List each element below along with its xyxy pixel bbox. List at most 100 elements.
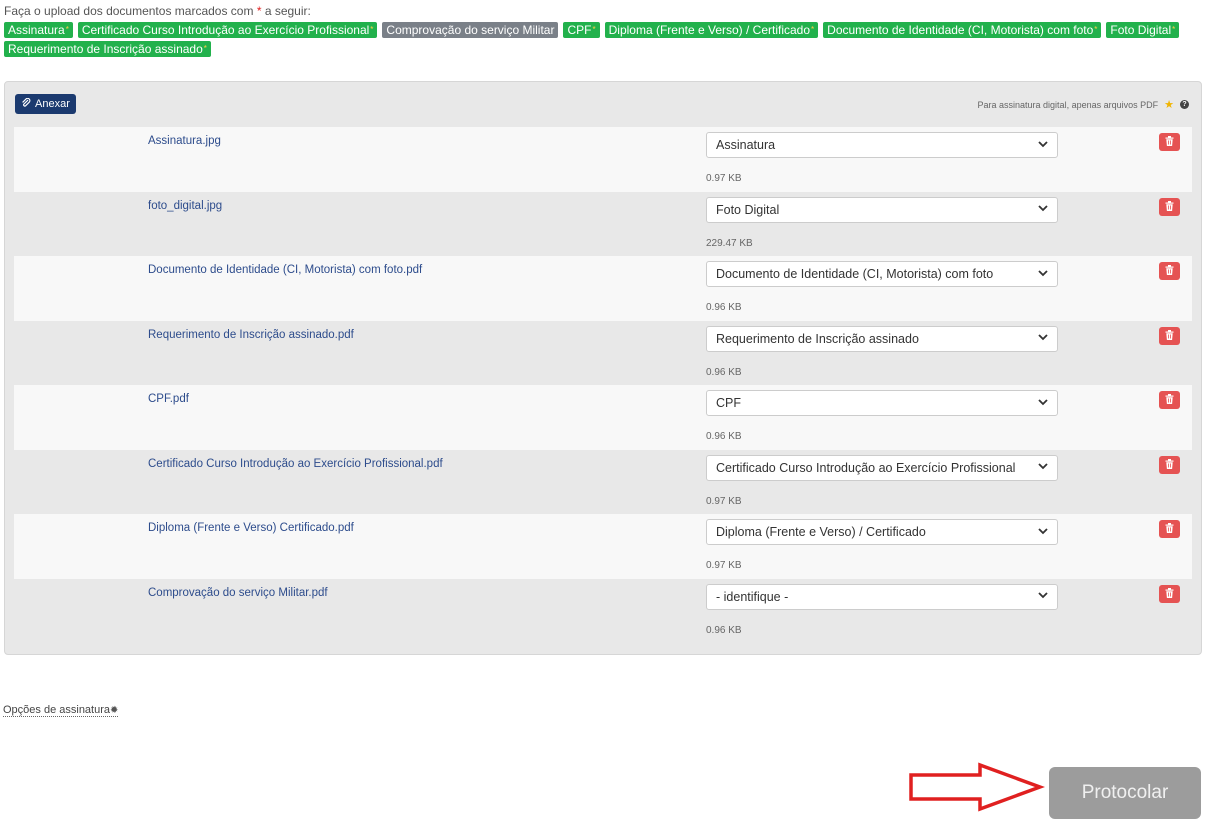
file-size: 0.97 KB (706, 495, 742, 507)
file-size: 0.97 KB (706, 173, 742, 184)
protocolar-button[interactable]: Protocolar (1049, 767, 1201, 819)
file-name-link[interactable]: Certificado Curso Introdução ao Exercíci… (148, 458, 443, 470)
file-size: 0.96 KB (706, 366, 742, 378)
required-doc-tag: Requerimento de Inscrição assinado* (4, 41, 211, 57)
file-name-link[interactable]: Assinatura.jpg (148, 135, 221, 147)
chevron-down-icon (1038, 591, 1048, 602)
file-row: foto_digital.jpg Foto Digital 229.47 KB (14, 191, 1192, 256)
file-size: 0.96 KB (706, 624, 742, 636)
delete-button[interactable] (1159, 455, 1180, 474)
delete-button[interactable] (1159, 197, 1180, 216)
required-asterisk: * (203, 44, 207, 53)
document-type-select[interactable]: Foto Digital (706, 196, 1058, 223)
file-row: Requerimento de Inscrição assinado.pdf Re… (14, 320, 1192, 385)
required-doc-label: Requerimento de Inscrição assinado (8, 42, 203, 56)
required-doc-label: Comprovação do serviço Militar (386, 23, 555, 37)
required-doc-label: Foto Digital (1110, 23, 1172, 37)
required-doc-tag: Diploma (Frente e Verso) / Certificado* (604, 22, 819, 38)
document-type-select[interactable]: Diploma (Frente e Verso) / Certificado (706, 519, 1058, 545)
required-doc-label: Documento de Identidade (CI, Motorista) … (827, 23, 1094, 37)
required-documents-list: Assinatura* Certificado Curso Introdução … (4, 22, 1210, 57)
document-type-select[interactable]: Documento de Identidade (CI, Motorista) … (706, 261, 1058, 287)
trash-icon (1165, 520, 1174, 538)
file-name-link[interactable]: foto_digital.jpg (148, 200, 222, 212)
delete-button[interactable] (1159, 584, 1180, 603)
required-asterisk: * (811, 25, 815, 34)
attach-button[interactable]: Anexar (15, 94, 76, 114)
file-name-link[interactable]: Diploma (Frente e Verso) Certificado.pdf (148, 522, 354, 534)
document-type-value: - identifique - (716, 589, 789, 604)
signature-note-text: Para assinatura digital, apenas arquivos… (977, 99, 1159, 110)
chevron-down-icon (1038, 269, 1048, 280)
required-doc-tag: Assinatura* (4, 22, 73, 38)
required-doc-tag: Documento de Identidade (CI, Motorista) … (823, 22, 1102, 38)
trash-icon (1165, 391, 1174, 409)
digital-signature-note: Para assinatura digital, apenas arquivos… (978, 98, 1189, 111)
delete-button[interactable] (1159, 133, 1180, 151)
chevron-down-icon (1038, 333, 1048, 344)
document-type-value: Foto Digital (716, 202, 780, 217)
delete-button[interactable] (1159, 520, 1180, 538)
attachments-panel: Anexar Para assinatura digital, apenas a… (4, 81, 1202, 655)
file-name-link[interactable]: Comprovação do serviço Militar.pdf (148, 587, 328, 599)
file-name-link[interactable]: Requerimento de Inscrição assinado.pdf (148, 329, 354, 341)
document-type-select[interactable]: Requerimento de Inscrição assinado (706, 325, 1058, 352)
file-size: 0.96 KB (706, 431, 742, 442)
required-asterisk: * (1094, 25, 1098, 34)
file-row: Certificado Curso Introdução ao Exercíci… (14, 449, 1192, 514)
attached-files-list: Assinatura.jpg Assinatura 0.97 KB foto_digi… (14, 127, 1192, 643)
required-doc-tag: Comprovação do serviço Militar (382, 22, 559, 38)
document-type-value: Documento de Identidade (CI, Motorista) … (716, 267, 994, 281)
delete-button[interactable] (1159, 326, 1180, 345)
help-icon[interactable]: ? (1180, 100, 1189, 109)
trash-icon (1165, 456, 1174, 474)
required-asterisk: * (592, 25, 596, 34)
document-type-select[interactable]: - identifique - (706, 583, 1058, 610)
gear-icon: ✹ (110, 705, 119, 716)
signature-options-label: Opções de assinatura (3, 704, 111, 716)
required-asterisk: * (256, 4, 262, 18)
attach-label: Anexar (35, 98, 70, 110)
document-type-value: Assinatura (716, 138, 776, 152)
chevron-down-icon (1038, 140, 1048, 151)
instructions-suffix: a seguir: (264, 4, 311, 18)
document-type-select[interactable]: Assinatura (706, 132, 1058, 158)
required-doc-tag: CPF* (563, 22, 600, 38)
star-icon: ★ (1164, 99, 1174, 111)
file-row: Assinatura.jpg Assinatura 0.97 KB (14, 127, 1192, 192)
required-doc-tag: Certificado Curso Introdução ao Exercíci… (77, 22, 378, 38)
document-type-select[interactable]: Certificado Curso Introdução ao Exercíci… (706, 454, 1058, 481)
document-type-value: CPF (716, 396, 741, 410)
file-row: Comprovação do serviço Militar.pdf - iden… (14, 578, 1192, 643)
required-asterisk: * (1172, 25, 1176, 34)
file-name-link[interactable]: CPF.pdf (148, 393, 189, 405)
file-row: CPF.pdf CPF 0.96 KB (14, 385, 1192, 450)
upload-instructions: Faça o upload dos documentos marcados co… (4, 4, 311, 18)
paperclip-icon (21, 97, 31, 111)
document-type-value: Certificado Curso Introdução ao Exercíci… (716, 460, 1016, 475)
document-type-select[interactable]: CPF (706, 390, 1058, 416)
required-asterisk: * (370, 25, 374, 34)
instructions-prefix: Faça o upload dos documentos marcados co… (4, 4, 254, 18)
trash-icon (1165, 262, 1174, 280)
trash-icon (1165, 198, 1174, 216)
arrow-icon (907, 762, 1046, 817)
delete-button[interactable] (1159, 391, 1180, 409)
required-doc-label: Assinatura (8, 23, 65, 37)
file-name-link[interactable]: Documento de Identidade (CI, Motorista) … (148, 264, 422, 276)
file-row: Diploma (Frente e Verso) Certificado.pdf… (14, 514, 1192, 579)
document-type-value: Diploma (Frente e Verso) / Certificado (716, 525, 926, 539)
chevron-down-icon (1038, 204, 1048, 215)
required-asterisk: * (65, 25, 69, 34)
document-type-value: Requerimento de Inscrição assinado (716, 331, 919, 346)
required-doc-label: Diploma (Frente e Verso) / Certificado (608, 23, 811, 37)
signature-options-link[interactable]: Opções de assinatura✹ (3, 704, 119, 717)
required-doc-label: Certificado Curso Introdução ao Exercíci… (81, 23, 370, 37)
chevron-down-icon (1038, 462, 1048, 473)
file-size: 0.97 KB (706, 560, 742, 571)
file-size: 0.96 KB (706, 302, 742, 313)
delete-button[interactable] (1159, 262, 1180, 280)
file-size: 229.47 KB (706, 237, 753, 249)
required-doc-tag: Foto Digital* (1106, 22, 1180, 38)
trash-icon (1165, 585, 1174, 603)
